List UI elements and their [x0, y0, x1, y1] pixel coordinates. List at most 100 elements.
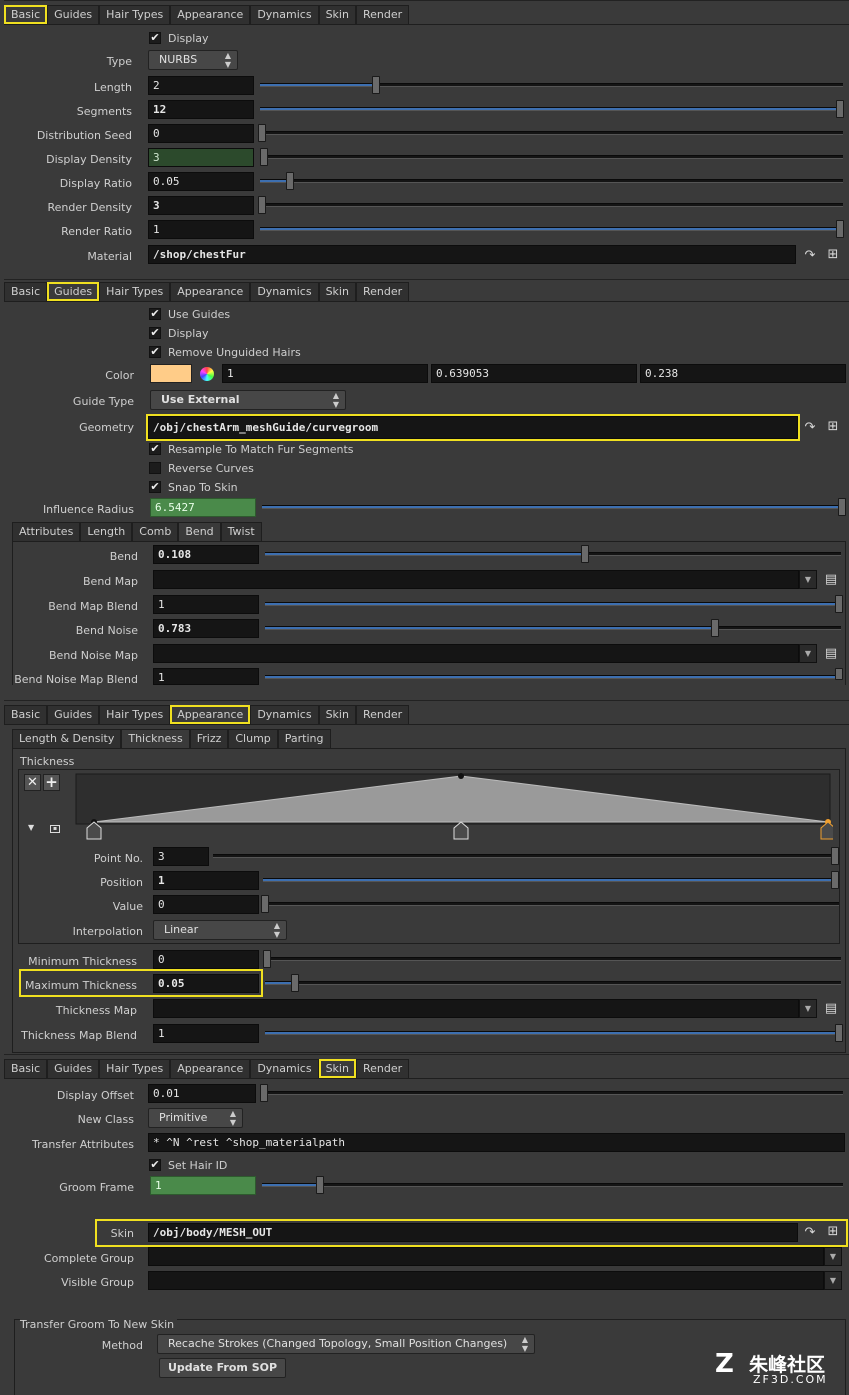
display-ratio-field[interactable]: 0.05: [148, 172, 254, 191]
material-field[interactable]: /shop/chestFur: [148, 245, 796, 264]
ramp-delete-button[interactable]: ✕: [24, 774, 41, 791]
tab-dynamics[interactable]: Dynamics: [250, 705, 319, 724]
slider-handle[interactable]: [835, 1024, 843, 1042]
color-r-field[interactable]: 1: [222, 364, 428, 383]
tab-render[interactable]: Render: [355, 705, 410, 724]
ramp-key-dot[interactable]: [458, 773, 464, 779]
color-b-field[interactable]: 0.238: [640, 364, 846, 383]
value-slider[interactable]: [261, 895, 839, 913]
tab-dynamics[interactable]: Dynamics: [250, 282, 319, 301]
tab-basic[interactable]: Basic: [4, 705, 48, 724]
dropdown-arrow-icon[interactable]: ▼: [799, 570, 817, 589]
bend-noise-field[interactable]: 0.783: [153, 619, 259, 638]
tab-skin[interactable]: Skin: [318, 282, 356, 301]
distribution-seed-field[interactable]: 0: [148, 124, 254, 143]
file-chooser-icon[interactable]: ▤: [823, 572, 839, 588]
tab-hair-types[interactable]: Hair Types: [99, 282, 171, 301]
transfer-attributes-field[interactable]: * ^N ^rest ^shop_materialpath: [148, 1133, 845, 1152]
thickness-ramp[interactable]: [69, 770, 833, 840]
slider-handle[interactable]: [316, 1176, 324, 1194]
render-density-slider[interactable]: [258, 196, 843, 214]
slider-handle[interactable]: [261, 895, 269, 913]
reverse-curves-checkbox[interactable]: [149, 462, 161, 474]
resample-checkbox[interactable]: ✔: [149, 443, 161, 455]
bend-field[interactable]: 0.108: [153, 545, 259, 564]
slider-handle[interactable]: [581, 545, 589, 563]
subtab-comb[interactable]: Comb: [132, 522, 179, 541]
tab-skin[interactable]: Skin: [318, 5, 356, 24]
subtab-length[interactable]: Length: [80, 522, 133, 541]
slider-handle[interactable]: [258, 196, 266, 214]
guide-type-menu[interactable]: Use External ▲ ▼: [150, 390, 346, 410]
color-wheel-icon[interactable]: [200, 367, 214, 381]
file-chooser-icon[interactable]: ▤: [823, 646, 839, 662]
display-ratio-slider[interactable]: [260, 172, 843, 190]
tab-guides[interactable]: Guides: [47, 705, 100, 724]
minimum-thickness-slider[interactable]: [263, 950, 841, 968]
display-offset-field[interactable]: 0.01: [148, 1084, 256, 1103]
subtab-clump[interactable]: Clump: [228, 729, 278, 748]
value-field[interactable]: 0: [153, 895, 259, 914]
tab-hair-types[interactable]: Hair Types: [99, 1059, 171, 1078]
interpolation-menu[interactable]: Linear ▲ ▼: [153, 920, 287, 940]
subtab-frizz[interactable]: Frizz: [189, 729, 229, 748]
method-menu[interactable]: Recache Strokes (Changed Topology, Small…: [157, 1334, 535, 1354]
dropdown-arrow-icon[interactable]: ▼: [824, 1271, 842, 1290]
slider-handle[interactable]: [258, 124, 266, 142]
remove-unguided-checkbox[interactable]: ✔: [149, 346, 161, 358]
tab-render[interactable]: Render: [355, 282, 410, 301]
bend-map-blend-field[interactable]: 1: [153, 595, 259, 614]
subtab-thickness[interactable]: Thickness: [121, 729, 190, 748]
tab-basic[interactable]: Basic: [4, 282, 48, 301]
color-swatch[interactable]: [150, 364, 192, 383]
tab-guides[interactable]: Guides: [47, 1059, 100, 1078]
color-g-field[interactable]: 0.639053: [431, 364, 637, 383]
render-ratio-slider[interactable]: [260, 220, 844, 238]
bend-noise-map-blend-field[interactable]: 1: [153, 668, 259, 685]
distribution-seed-slider[interactable]: [258, 124, 843, 142]
node-chooser-icon[interactable]: ⊞: [825, 247, 841, 263]
subtab-bend[interactable]: Bend: [178, 522, 221, 541]
tab-skin[interactable]: Skin: [318, 1059, 356, 1078]
bend-map-field[interactable]: [153, 570, 799, 589]
set-hair-id-checkbox[interactable]: ✔: [149, 1159, 161, 1171]
ramp-key-marker[interactable]: [820, 821, 833, 840]
tab-skin[interactable]: Skin: [318, 705, 356, 724]
tab-dynamics[interactable]: Dynamics: [250, 5, 319, 24]
maximum-thickness-slider[interactable]: [265, 974, 841, 992]
slider-handle[interactable]: [831, 871, 839, 889]
slider-handle[interactable]: [372, 76, 380, 94]
bend-noise-map-blend-slider[interactable]: [265, 668, 843, 680]
display-density-field[interactable]: 3: [148, 148, 254, 167]
slider-handle[interactable]: [835, 595, 843, 613]
length-field[interactable]: 2: [148, 76, 254, 95]
thickness-map-blend-field[interactable]: 1: [153, 1024, 259, 1043]
minimum-thickness-field[interactable]: 0: [153, 950, 259, 969]
thickness-map-field[interactable]: [153, 999, 799, 1018]
slider-handle[interactable]: [836, 100, 844, 118]
length-slider[interactable]: [260, 76, 843, 94]
node-chooser-icon[interactable]: ⊞: [825, 1224, 841, 1240]
influence-radius-field[interactable]: 6.5427: [150, 498, 256, 517]
use-guides-checkbox[interactable]: ✔: [149, 308, 161, 320]
snap-to-skin-checkbox[interactable]: ✔: [149, 481, 161, 493]
slider-handle[interactable]: [838, 498, 846, 516]
tab-hair-types[interactable]: Hair Types: [99, 705, 171, 724]
jump-arrow-icon[interactable]: ↷: [802, 1225, 818, 1241]
tab-basic[interactable]: Basic: [4, 1059, 48, 1078]
thickness-map-blend-slider[interactable]: [265, 1024, 843, 1042]
groom-frame-slider[interactable]: [262, 1176, 843, 1194]
subtab-twist[interactable]: Twist: [220, 522, 262, 541]
tab-guides[interactable]: Guides: [47, 282, 100, 301]
ramp-add-button[interactable]: +: [43, 774, 60, 791]
subtab-parting[interactable]: Parting: [277, 729, 331, 748]
position-slider[interactable]: [263, 871, 839, 889]
ramp-key-marker[interactable]: [453, 821, 469, 840]
guides-display-checkbox[interactable]: ✔: [149, 327, 161, 339]
slider-handle[interactable]: [260, 148, 268, 166]
file-chooser-icon[interactable]: ▤: [823, 1001, 839, 1017]
tab-guides[interactable]: Guides: [47, 5, 100, 24]
subtab-length-density[interactable]: Length & Density: [12, 729, 122, 748]
bend-noise-slider[interactable]: [265, 619, 841, 637]
type-menu[interactable]: NURBS ▲ ▼: [148, 50, 238, 70]
